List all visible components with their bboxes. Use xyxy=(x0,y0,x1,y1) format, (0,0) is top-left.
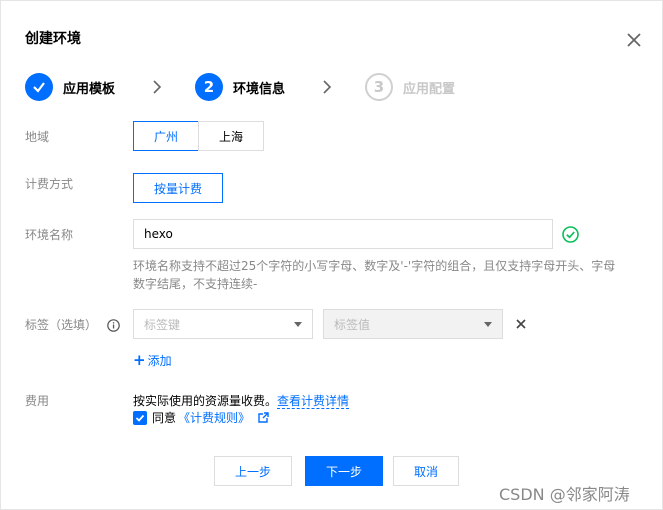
billing-rules-link[interactable]: 《计费规则》 xyxy=(178,409,250,426)
region-option-shanghai[interactable]: 上海 xyxy=(198,121,264,151)
env-name-hint: 环境名称支持不超过25个字符的小写字母、数字及'-'字符的组合，且仅支持字母开头… xyxy=(133,259,616,291)
step-number: 3 xyxy=(365,73,393,101)
billing-option-pay-as-you-go[interactable]: 按量计费 xyxy=(133,173,223,203)
step-env-info: 2 环境信息 xyxy=(195,73,285,101)
add-tag-button[interactable]: + 添加 xyxy=(133,351,172,369)
create-environment-dialog: 创建环境 应用模板 2 环境信息 3 应用配置 地域 广州 上海 计费方式 按量… xyxy=(0,0,663,510)
close-icon[interactable] xyxy=(623,29,645,51)
remove-tag-icon[interactable] xyxy=(513,316,529,332)
fee-description: 按实际使用的资源量收费。查看计费详情 xyxy=(133,392,350,409)
agree-row: 同意 《计费规则》 xyxy=(133,409,269,426)
tag-key-placeholder: 标签键 xyxy=(144,317,181,332)
billing-details-link[interactable]: 查看计费详情 xyxy=(277,394,350,409)
tag-key-select[interactable]: 标签键 xyxy=(133,309,313,339)
step-app-config: 3 应用配置 xyxy=(365,73,455,101)
step-number: 2 xyxy=(195,73,223,101)
check-circle-icon xyxy=(562,226,579,243)
add-tag-label: 添加 xyxy=(147,353,172,368)
prev-step-button[interactable]: 上一步 xyxy=(214,456,292,486)
watermark: CSDN @邻家阿涛 xyxy=(499,485,630,504)
step-app-template: 应用模板 xyxy=(25,73,115,101)
region-label: 地域 xyxy=(25,130,50,144)
agree-text: 同意 xyxy=(152,411,177,425)
fee-label: 费用 xyxy=(25,394,50,408)
env-name-label: 环境名称 xyxy=(25,228,74,242)
tags-label: 标签（选填） xyxy=(25,318,98,332)
agree-checkbox[interactable] xyxy=(133,410,147,425)
plus-icon: + xyxy=(133,351,146,369)
env-name-input[interactable]: hexo xyxy=(133,219,553,249)
tag-value-select: 标签值 xyxy=(323,309,503,339)
chevron-right-icon xyxy=(153,80,162,94)
next-step-button[interactable]: 下一步 xyxy=(305,456,383,486)
tag-value-placeholder: 标签值 xyxy=(334,317,371,332)
caret-down-icon xyxy=(294,322,302,327)
info-icon[interactable] xyxy=(107,319,120,332)
tags-label-row: 标签（选填） xyxy=(25,316,120,333)
region-option-guangzhou[interactable]: 广州 xyxy=(133,121,199,151)
step-indicator: 应用模板 2 环境信息 3 应用配置 xyxy=(25,73,645,101)
chevron-right-icon xyxy=(323,80,332,94)
step-label: 应用模板 xyxy=(63,81,116,97)
step-label: 环境信息 xyxy=(233,81,286,97)
billing-label: 计费方式 xyxy=(25,177,74,191)
env-name-value: hexo xyxy=(144,227,173,241)
caret-down-icon xyxy=(484,322,492,327)
external-link-icon[interactable] xyxy=(258,412,269,423)
fee-text: 按实际使用的资源量收费。 xyxy=(133,394,278,408)
cancel-button[interactable]: 取消 xyxy=(393,456,459,486)
check-icon xyxy=(25,73,53,101)
step-label: 应用配置 xyxy=(403,81,456,97)
dialog-title: 创建环境 xyxy=(25,31,81,47)
